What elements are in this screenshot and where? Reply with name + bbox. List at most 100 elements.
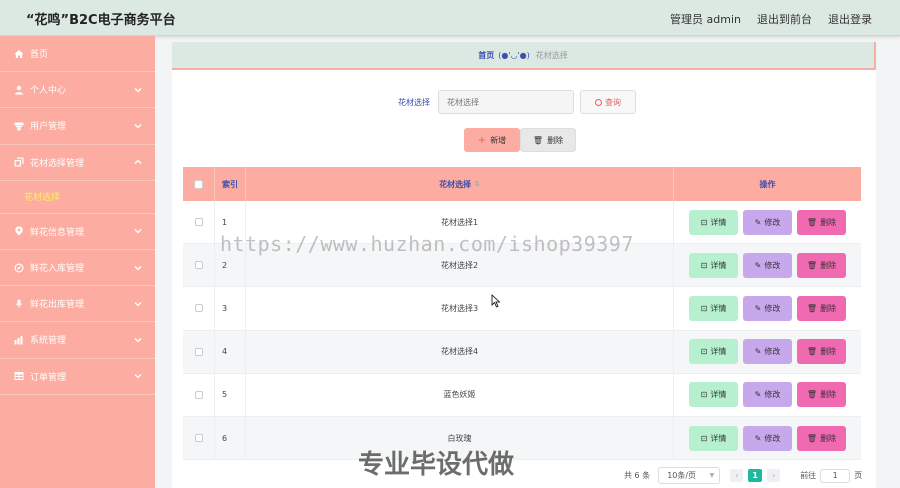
sidebar-item-system[interactable]: 系统管理	[0, 322, 155, 359]
sidebar-item-stock-out[interactable]: 鲜花出库管理	[0, 286, 155, 323]
detail-button[interactable]: ⊡ 详情	[689, 295, 738, 321]
app-title: “花鸣”B2C电子商务平台	[26, 13, 176, 28]
chevron-down-icon	[134, 372, 142, 380]
row-checkbox[interactable]	[194, 218, 203, 227]
detail-button[interactable]: ⊡ 详情	[689, 382, 738, 408]
chevron-down-icon	[134, 122, 142, 130]
top-links: 管理员 admin 退出到前台 退出登录	[670, 11, 872, 27]
delete-label: 删除	[820, 217, 837, 227]
detail-button[interactable]: ⊡ 详情	[689, 339, 738, 365]
edit-button[interactable]: ✎ 修改	[743, 425, 792, 451]
chevron-down-icon	[134, 300, 142, 308]
table-row: 6 白玫瑰 ⊡ 详情 ✎ 修改 🗑 删除	[183, 416, 861, 461]
trash-icon: 🗑	[806, 260, 818, 270]
row-ops: ⊡ 详情 ✎ 修改 🗑 删除	[674, 287, 861, 329]
row-name: 白玫瑰	[246, 416, 674, 460]
row-index: 4	[215, 330, 246, 373]
logout-link[interactable]: 退出登录	[828, 11, 872, 27]
row-checkbox[interactable]	[194, 434, 203, 443]
delete-button[interactable]: 🗑 删除	[797, 382, 846, 408]
edit-icon: ✎	[754, 347, 762, 357]
detail-button[interactable]: ⊡ 详情	[689, 425, 738, 451]
breadcrumb-emoticon: (●'◡'●)	[498, 50, 530, 60]
table-row: 1 花材选择1 ⊡ 详情 ✎ 修改 🗑 删除	[183, 201, 861, 245]
edit-icon: ✎	[754, 217, 762, 227]
sidebar-item-home[interactable]: 首页	[0, 36, 155, 73]
row-checkbox-cell	[183, 416, 215, 460]
delete-button[interactable]: 🗑 删除	[797, 425, 846, 451]
row-checkbox[interactable]	[194, 347, 203, 356]
edit-icon: ✎	[754, 433, 762, 443]
detail-icon: ⊡	[700, 217, 708, 227]
sidebar-item-flower-material[interactable]: 花材选择管理	[0, 145, 155, 181]
edit-icon: ✎	[754, 260, 762, 270]
header-checkbox-cell	[183, 167, 215, 201]
admin-user-link[interactable]: 管理员 admin	[670, 11, 741, 27]
query-button[interactable]: 查询	[580, 90, 636, 114]
row-ops: ⊡ 详情 ✎ 修改 🗑 删除	[674, 201, 861, 243]
back-to-front-link[interactable]: 退出到前台	[757, 11, 812, 27]
table-row: 3 花材选择3 ⊡ 详情 ✎ 修改 🗑 删除	[183, 287, 861, 331]
row-checkbox-cell	[183, 244, 215, 287]
sidebar-item-orders[interactable]: 订单管理	[0, 359, 155, 395]
chevron-down-icon	[134, 86, 142, 94]
page-number-button[interactable]: 1	[748, 469, 763, 482]
table-row: 4 花材选择4 ⊡ 详情 ✎ 修改 🗑 删除	[183, 330, 861, 374]
page-size-select[interactable]: 10条/页 ▼	[658, 467, 721, 484]
pagination-total: 共 6 条	[624, 471, 651, 480]
goto-label: 前往	[800, 471, 817, 480]
delete-button[interactable]: 🗑 删除	[797, 252, 846, 278]
row-checkbox[interactable]	[194, 261, 203, 270]
trash-icon: 🗑	[806, 217, 818, 227]
edit-label: 修改	[764, 347, 781, 357]
batch-delete-label: 删除	[547, 135, 564, 145]
delete-button[interactable]: 🗑 删除	[797, 295, 846, 321]
sidebar-subitem-flower-material[interactable]: 花材选择	[0, 181, 155, 214]
delete-button[interactable]: 🗑 删除	[797, 339, 846, 365]
chevron-down-icon	[134, 336, 142, 344]
home-icon	[13, 48, 24, 59]
batch-delete-button[interactable]: 🗑 删除	[520, 128, 576, 152]
sidebar-item-stock-in[interactable]: 鲜花入库管理	[0, 250, 155, 287]
table-row: 5 蓝色妖姬 ⊡ 详情 ✎ 修改 🗑 删除	[183, 373, 861, 417]
user-icon	[13, 84, 24, 95]
row-checkbox[interactable]	[194, 304, 203, 313]
row-checkbox[interactable]	[194, 390, 203, 399]
detail-button[interactable]: ⊡ 详情	[689, 209, 738, 235]
search-input[interactable]	[438, 90, 574, 114]
sidebar-item-profile[interactable]: 个人中心	[0, 72, 155, 109]
edit-button[interactable]: ✎ 修改	[743, 382, 792, 408]
detail-button[interactable]: ⊡ 详情	[689, 252, 738, 278]
sidebar-item-users[interactable]: 用户管理	[0, 108, 155, 145]
edit-button[interactable]: ✎ 修改	[743, 295, 792, 321]
next-page-button[interactable]: ›	[767, 469, 781, 482]
row-checkbox-cell	[183, 373, 215, 416]
delete-button[interactable]: 🗑 删除	[797, 209, 846, 235]
query-button-label: 查询	[605, 97, 621, 107]
delete-label: 删除	[820, 303, 837, 313]
edit-label: 修改	[764, 260, 781, 270]
edit-label: 修改	[764, 303, 781, 313]
edit-button[interactable]: ✎ 修改	[743, 252, 792, 278]
sidebar: 首页 个人中心 用户管理 花材选择管理 花材选择 鲜花信息管理 鲜花入库管理 鲜…	[0, 36, 155, 488]
sort-icon[interactable]: ⇅	[474, 180, 480, 188]
header-name-label: 花材选择	[439, 179, 472, 189]
pagination: 共 6 条 10条/页 ▼ ‹ 1 › 前往 页	[624, 467, 862, 484]
prev-page-button[interactable]: ‹	[730, 469, 744, 482]
edit-button[interactable]: ✎ 修改	[743, 339, 792, 365]
header-name[interactable]: 花材选择 ⇅	[246, 167, 674, 201]
add-button[interactable]: + 新增	[464, 128, 520, 152]
goto-page-input[interactable]	[820, 468, 851, 483]
detail-label: 详情	[710, 303, 727, 313]
edit-button[interactable]: ✎ 修改	[743, 209, 792, 235]
trash-icon: 🗑	[806, 433, 818, 443]
select-all-checkbox[interactable]	[194, 179, 203, 189]
breadcrumb-home[interactable]: 首页	[478, 50, 494, 61]
add-button-label: 新增	[490, 135, 507, 145]
sidebar-item-label: 鲜花信息管理	[30, 227, 85, 238]
sidebar-item-label: 系统管理	[30, 336, 67, 347]
table-header: 索引 花材选择 ⇅ 操作	[183, 167, 861, 201]
sidebar-item-flower-info[interactable]: 鲜花信息管理	[0, 214, 155, 250]
top-bar: “花鸣”B2C电子商务平台 管理员 admin 退出到前台 退出登录	[0, 0, 900, 36]
row-index: 6	[215, 416, 246, 460]
